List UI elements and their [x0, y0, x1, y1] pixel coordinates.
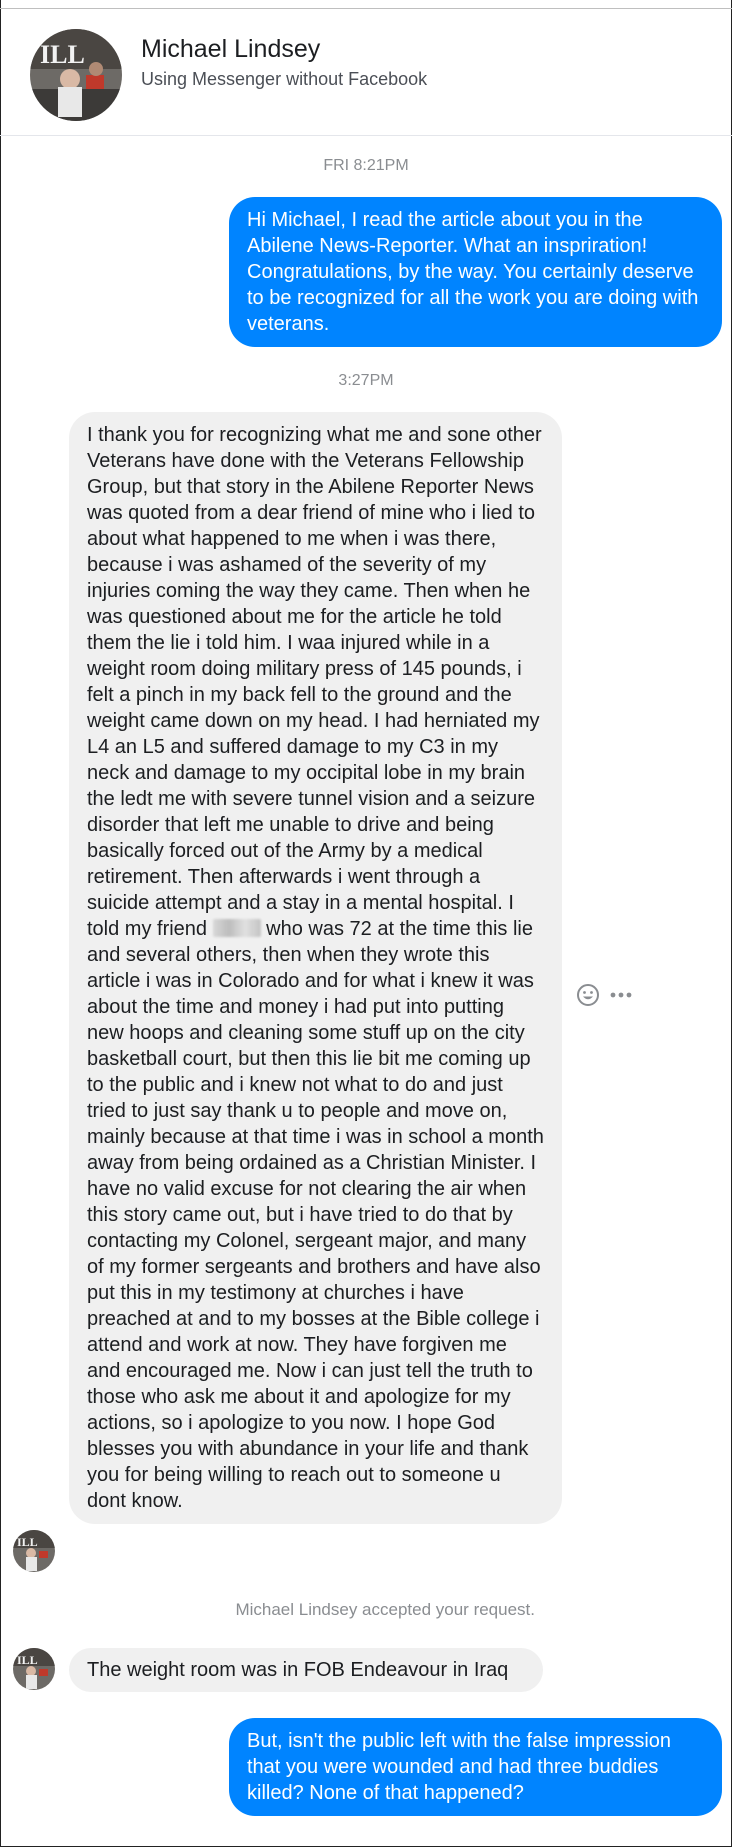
contact-name[interactable]: Michael Lindsey	[141, 35, 320, 64]
redacted-name	[212, 919, 261, 937]
incoming-message[interactable]: I thank you for recognizing what me and …	[69, 412, 562, 1524]
conversation-header: ILL Michael Lindsey Using Messenger with…	[0, 9, 732, 136]
svg-text:ILL: ILL	[17, 1535, 38, 1549]
outgoing-message[interactable]: Hi Michael, I read the article about you…	[229, 197, 722, 347]
timestamp: 3:27PM	[338, 372, 394, 389]
avatar-photo-icon: ILL	[13, 1648, 55, 1690]
avatar-photo-icon: ILL	[13, 1530, 55, 1572]
more-options-icon[interactable]	[608, 984, 634, 1006]
sender-avatar[interactable]: ILL	[13, 1648, 55, 1690]
message-text: who was 72 at the time this lie and seve…	[87, 918, 544, 1512]
message-text: I thank you for recognizing what me and …	[87, 424, 542, 940]
system-notice: Michael Lindsey accepted your request.	[235, 1600, 535, 1619]
svg-text:ILL: ILL	[17, 1653, 38, 1667]
incoming-message[interactable]: The weight room was in FOB Endeavour in …	[69, 1648, 543, 1692]
contact-status: Using Messenger without Facebook	[141, 69, 428, 89]
contact-avatar[interactable]: ILL	[30, 29, 122, 121]
svg-text:ILL: ILL	[40, 40, 85, 69]
outgoing-message[interactable]: But, isn't the public left with the fals…	[229, 1718, 722, 1816]
timestamp: FRI 8:21PM	[323, 157, 409, 174]
avatar-photo-icon: ILL	[30, 29, 122, 121]
smiley-face-icon[interactable]	[576, 983, 600, 1007]
sender-avatar[interactable]: ILL	[13, 1530, 55, 1572]
